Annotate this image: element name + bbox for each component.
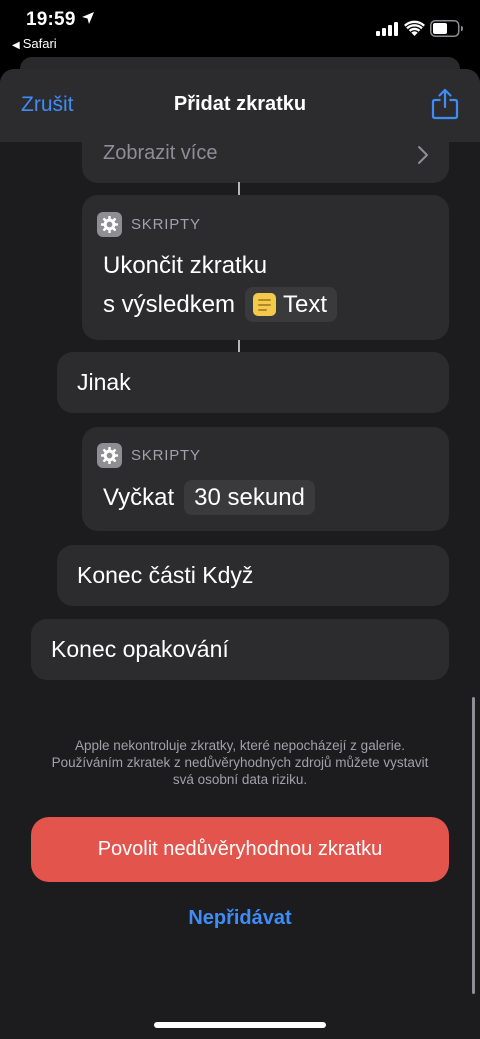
stop-shortcut-action[interactable]: SKRIPTY Ukončit zkratku s výsledkem Text: [82, 195, 449, 340]
dont-add-button[interactable]: Nepřidávat: [0, 907, 480, 930]
text-variable-token[interactable]: Text: [245, 287, 338, 322]
wait-action[interactable]: SKRIPTY Vyčkat 30 sekund: [82, 427, 449, 531]
home-indicator[interactable]: [154, 1022, 326, 1028]
flow-connector: [238, 182, 240, 196]
allow-untrusted-button[interactable]: Povolit nedůvěryhodnou zkratku: [31, 817, 449, 882]
back-app-label: Safari: [22, 36, 57, 51]
end-if-label: Konec části Když: [77, 562, 254, 588]
category-label: SKRIPTY: [131, 216, 201, 233]
battery-icon: [430, 20, 463, 37]
gear-icon: [97, 212, 122, 237]
duration-token[interactable]: 30 sekund: [184, 480, 315, 515]
flow-connector: [238, 340, 240, 352]
chevron-right-icon: [418, 146, 428, 164]
action-title: Ukončit zkratku: [103, 252, 268, 279]
otherwise-label: Jinak: [77, 369, 131, 395]
action-category: SKRIPTY: [97, 212, 201, 237]
share-icon[interactable]: [431, 88, 459, 120]
action-param-label: s výsledkem: [103, 290, 236, 318]
status-bar: 19:59 ◀ Safari: [0, 0, 480, 58]
status-time: 19:59: [26, 9, 76, 30]
token-label: 30 sekund: [194, 483, 305, 511]
end-repeat-block[interactable]: Konec opakování: [31, 619, 449, 680]
notes-icon: [253, 293, 277, 316]
page-title: Přidat zkratku: [173, 93, 307, 115]
otherwise-block[interactable]: Jinak: [57, 352, 449, 413]
action-parameter-row: Vyčkat 30 sekund: [103, 480, 315, 515]
action-title: Vyčkat: [103, 483, 175, 511]
wifi-icon: [404, 20, 425, 36]
location-arrow-icon: [82, 12, 94, 24]
token-label: Text: [283, 290, 328, 318]
action-category: SKRIPTY: [97, 443, 201, 468]
end-repeat-label: Konec opakování: [51, 636, 229, 662]
scrollbar[interactable]: [472, 697, 475, 994]
show-more-row[interactable]: Zobrazit více: [82, 127, 449, 183]
back-to-app-link[interactable]: ◀ Safari: [12, 36, 57, 51]
action-parameter-row: s výsledkem Text: [103, 287, 338, 322]
back-triangle-icon: ◀: [12, 40, 20, 51]
add-shortcut-sheet: Zrušit Přidat zkratku Zobrazit více SKRI…: [0, 69, 480, 1039]
untrusted-disclaimer: Apple nekontroluje zkratky, které nepoch…: [51, 738, 429, 787]
category-label: SKRIPTY: [131, 447, 201, 464]
signal-icon: [376, 22, 398, 36]
end-if-block[interactable]: Konec části Když: [57, 545, 449, 606]
gear-icon: [97, 443, 122, 468]
show-more-label: Zobrazit více: [103, 142, 218, 164]
